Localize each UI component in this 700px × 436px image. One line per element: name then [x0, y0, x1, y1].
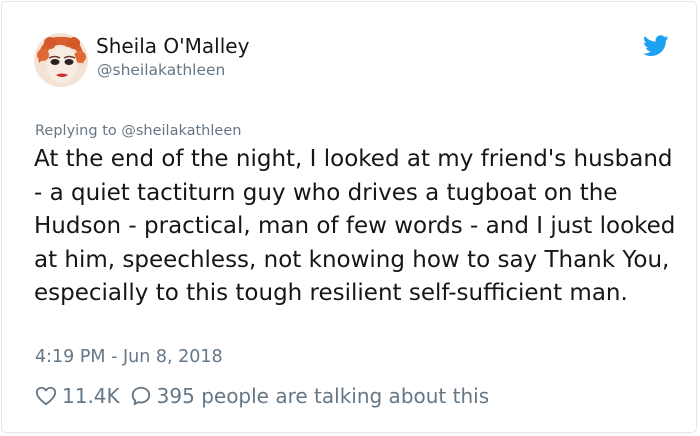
tweet-timestamp[interactable]: 4:19 PM - Jun 8, 2018 — [35, 346, 223, 368]
conversation-count: 395 people are talking about this — [156, 384, 490, 408]
heart-icon — [35, 385, 57, 407]
speech-bubble-icon — [130, 385, 152, 407]
author-display-name[interactable]: Sheila O'Malley — [96, 34, 249, 58]
twitter-bird-icon[interactable] — [643, 35, 669, 57]
tweet-actions: 11.4K 395 people are talking about this — [35, 382, 489, 410]
like-count: 11.4K — [62, 384, 120, 408]
avatar-portrait-icon — [34, 33, 88, 87]
reply-context: Replying to @sheilakathleen — [35, 123, 242, 139]
conversation-link[interactable]: 395 people are talking about this — [130, 384, 489, 408]
like-button[interactable]: 11.4K — [35, 384, 130, 408]
author-handle[interactable]: @sheilakathleen — [97, 61, 225, 79]
avatar[interactable] — [34, 33, 88, 87]
tweet-text: At the end of the night, I looked at my … — [34, 146, 676, 306]
tweet-card[interactable]: Sheila O'Malley @sheilakathleen Replying… — [1, 1, 697, 433]
